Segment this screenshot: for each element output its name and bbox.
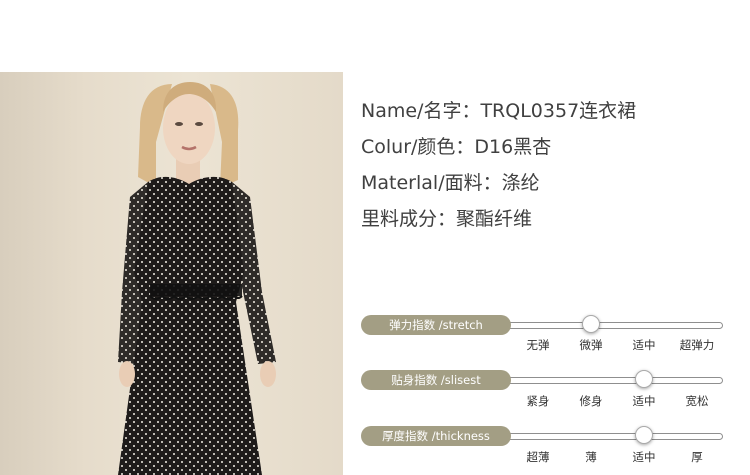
thickness-slider-knob[interactable] bbox=[635, 426, 653, 444]
thickness-option: 厚 bbox=[691, 450, 703, 464]
product-info: Name/名字：TRQL0357连衣裙 Colur/颜色：D16黑杏 Mater… bbox=[361, 96, 636, 240]
stretch-slider-track[interactable] bbox=[501, 322, 723, 329]
fit-slider-knob[interactable] bbox=[635, 370, 653, 388]
model-illustration bbox=[118, 82, 276, 475]
thickness-label: 厚度指数 /thickness bbox=[361, 426, 511, 446]
stretch-label: 弹力指数 /stretch bbox=[361, 315, 511, 335]
fit-label: 贴身指数 /slisest bbox=[361, 370, 511, 390]
fit-slider[interactable]: 贴身指数 /slisest bbox=[361, 370, 723, 390]
stretch-option: 无弹 bbox=[526, 338, 550, 352]
thickness-option: 薄 bbox=[585, 450, 597, 464]
fit-option: 宽松 bbox=[685, 394, 709, 408]
fit-option: 紧身 bbox=[526, 394, 550, 408]
stretch-slider[interactable]: 弹力指数 /stretch bbox=[361, 315, 723, 335]
stretch-option: 超弹力 bbox=[679, 338, 715, 352]
thickness-options: 超薄 薄 适中 厚 bbox=[513, 449, 723, 465]
model-photo bbox=[0, 72, 343, 475]
thickness-slider-track[interactable] bbox=[501, 433, 723, 440]
stretch-option: 微弹 bbox=[579, 338, 603, 352]
product-color: Colur/颜色：D16黑杏 bbox=[361, 136, 552, 158]
thickness-option: 适中 bbox=[632, 450, 656, 464]
product-name: Name/名字：TRQL0357连衣裙 bbox=[361, 100, 637, 122]
thickness-option: 超薄 bbox=[526, 450, 550, 464]
stretch-slider-knob[interactable] bbox=[582, 315, 600, 333]
product-material: Materlal/面料：涤纶 bbox=[361, 172, 540, 194]
fit-option: 适中 bbox=[632, 394, 656, 408]
product-lining: 里料成分：聚酯纤维 bbox=[361, 208, 533, 230]
fit-option: 修身 bbox=[579, 394, 603, 408]
fit-options: 紧身 修身 适中 宽松 bbox=[513, 393, 723, 409]
stretch-option: 适中 bbox=[632, 338, 656, 352]
fit-slider-track[interactable] bbox=[501, 377, 723, 384]
stretch-options: 无弹 微弹 适中 超弹力 bbox=[513, 337, 723, 353]
thickness-slider[interactable]: 厚度指数 /thickness bbox=[361, 426, 723, 446]
